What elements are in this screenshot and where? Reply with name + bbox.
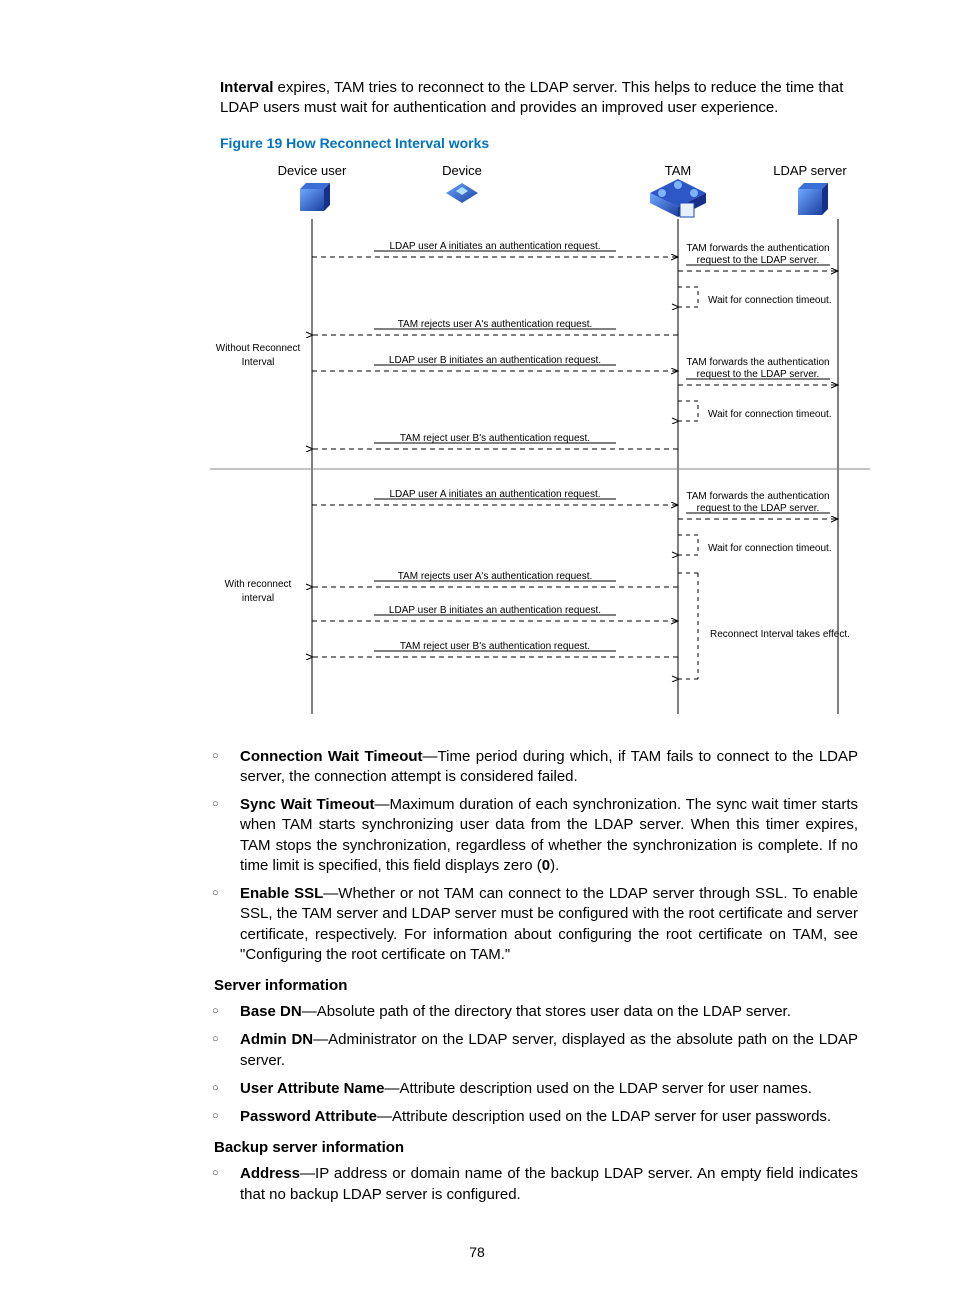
lbl-fwd3a: TAM forwards the authentication [686,491,829,502]
backup-heading: Backup server information [214,1139,858,1156]
list-item: User Attribute Name—Attribute descriptio… [200,1079,858,1099]
term-enable-ssl: Enable SSL [240,885,323,902]
head-ldap: LDAP server [773,163,847,178]
term-user-attr: User Attribute Name [240,1080,384,1097]
lbl-rejB-1: TAM reject user B's authentication reque… [400,433,590,444]
lbl-userB-1: LDAP user B initiates an authentication … [389,355,601,366]
head-device-user: Device user [278,163,347,178]
server-bullet-list: Base DN—Absolute path of the directory t… [200,1002,858,1127]
figure-caption: Figure 19 How Reconnect Interval works [90,135,864,151]
list-item: Enable SSL—Whether or not TAM can connec… [200,884,858,965]
term-base-dn: Base DN [240,1003,302,1020]
text-pwd-attr: —Attribute description used on the LDAP … [377,1108,831,1125]
device-user-icon [300,183,330,211]
text-user-attr: —Attribute description used on the LDAP … [384,1080,811,1097]
lbl-with-b: interval [242,593,274,604]
lbl-fwd3b: request to the LDAP server. [697,503,820,514]
lbl-wait3: Wait for connection timeout. [708,543,832,554]
list-item: Password Attribute—Attribute description… [200,1107,858,1127]
text-admin-dn: —Administrator on the LDAP server, displ… [240,1031,858,1068]
page-number: 78 [0,1244,954,1260]
term-pwd-attr: Password Attribute [240,1108,377,1125]
term-sync-wait: Sync Wait Timeout [240,796,375,813]
backup-bullet-list: Address—IP address or domain name of the… [200,1164,858,1205]
text-sync-wait-after: ). [550,857,559,874]
lbl-reconnect: Reconnect Interval takes effect. [710,629,850,640]
text-address: —IP address or domain name of the backup… [240,1165,858,1202]
lbl-fwd2a: TAM forwards the authentication [686,357,829,368]
list-item: Admin DN—Administrator on the LDAP serve… [200,1030,858,1071]
list-item: Connection Wait Timeout—Time period duri… [200,747,858,788]
list-item: Address—IP address or domain name of the… [200,1164,858,1205]
head-device: Device [442,163,482,178]
bold-zero: 0 [542,857,550,874]
intro-bold: Interval [220,79,273,96]
lbl-without-a: Without Reconnect [216,343,301,354]
top-bullet-list: Connection Wait Timeout—Time period duri… [200,747,858,966]
term-conn-wait: Connection Wait Timeout [240,748,423,765]
diagram-svg: Device user Device TAM LDAP server [210,159,870,719]
lbl-rejA-2: TAM rejects user A's authentication requ… [398,571,593,582]
lbl-without-b: Interval [242,357,275,368]
lbl-userB-2: LDAP user B initiates an authentication … [389,605,601,616]
list-item: Sync Wait Timeout—Maximum duration of ea… [200,795,858,876]
head-tam: TAM [665,163,691,178]
server-info-heading: Server information [214,977,858,994]
lbl-fwd1a: TAM forwards the authentication [686,243,829,254]
lbl-rejB-2: TAM reject user B's authentication reque… [400,641,590,652]
lbl-wait1: Wait for connection timeout. [708,295,832,306]
ldap-icon [798,183,828,215]
intro-paragraph: Interval expires, TAM tries to reconnect… [90,78,864,119]
lbl-userA-1: LDAP user A initiates an authentication … [389,241,600,252]
lbl-with-a: With reconnect [225,579,292,590]
tam-icon [650,179,706,217]
text-base-dn: —Absolute path of the directory that sto… [302,1003,791,1020]
lbl-userA-2: LDAP user A initiates an authentication … [389,489,600,500]
text-enable-ssl: —Whether or not TAM can connect to the L… [240,885,858,963]
lbl-wait2: Wait for connection timeout. [708,409,832,420]
lbl-fwd2b: request to the LDAP server. [697,369,820,380]
sequence-diagram: Device user Device TAM LDAP server [210,159,874,719]
term-admin-dn: Admin DN [240,1031,313,1048]
device-icon [446,183,478,203]
lbl-fwd1b: request to the LDAP server. [697,255,820,266]
term-address: Address [240,1165,300,1182]
intro-rest: expires, TAM tries to reconnect to the L… [220,79,843,116]
list-item: Base DN—Absolute path of the directory t… [200,1002,858,1022]
lbl-rejA-1: TAM rejects user A's authentication requ… [398,319,593,330]
